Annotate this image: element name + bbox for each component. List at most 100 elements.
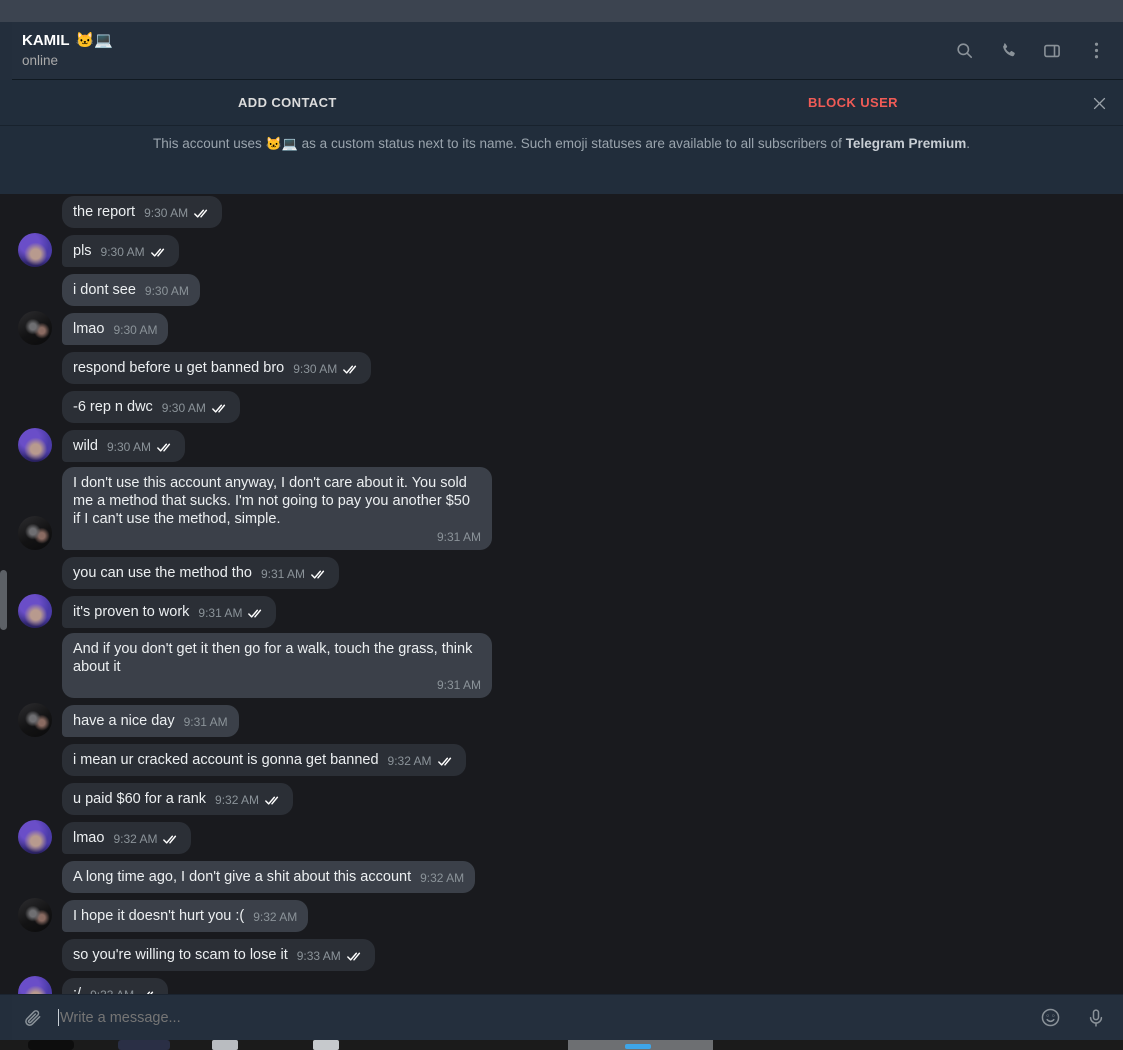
message-text: i dont see <box>73 282 136 298</box>
more-options-icon[interactable] <box>1083 38 1109 64</box>
avatar[interactable] <box>18 703 52 737</box>
message-bubble-outgoing[interactable]: lmao 9:32 AM <box>62 822 192 854</box>
message-bubble-incoming[interactable]: have a nice day 9:31 AM <box>62 705 239 737</box>
message-bubble-incoming[interactable]: I don't use this account anyway, I don't… <box>62 467 492 550</box>
taskbar-item[interactable] <box>28 1040 74 1050</box>
avatar[interactable] <box>18 898 52 932</box>
message-row: respond before u get banned bro 9:30 AM <box>0 350 1123 384</box>
taskbar-item[interactable] <box>313 1040 339 1050</box>
avatar-slot <box>18 976 52 994</box>
message-time: 9:30 AM <box>293 362 338 376</box>
note-emoji-icon: 🐱‍💻 <box>265 136 298 151</box>
message-meta: 9:32 AM <box>388 754 455 768</box>
message-bubble-incoming[interactable]: And if you don't get it then go for a wa… <box>62 633 492 698</box>
message-bubble-outgoing[interactable]: :/9:33 AM <box>62 978 169 994</box>
avatar[interactable] <box>18 976 52 994</box>
avatar[interactable] <box>18 428 52 462</box>
peer-name-row: KAMIL 🐱‍💻 <box>22 32 113 50</box>
composer-left-rail <box>0 994 12 1041</box>
header-left-rail <box>0 21 12 80</box>
sidebar-panel-icon[interactable] <box>1039 38 1065 64</box>
contact-banner: ADD CONTACT BLOCK USER This account uses… <box>0 80 1123 194</box>
message-text: wild <box>73 438 98 454</box>
search-icon[interactable] <box>951 38 977 64</box>
message-bubble-incoming[interactable]: I hope it doesn't hurt you :(9:32 AM <box>62 900 309 932</box>
message-bubble-outgoing[interactable]: it's proven to work 9:31 AM <box>62 596 277 628</box>
taskbar-item[interactable] <box>118 1040 170 1050</box>
taskbar-item-highlight <box>625 1044 651 1049</box>
read-ticks-icon <box>437 756 455 767</box>
message-text: pls <box>73 243 92 259</box>
microphone-icon[interactable] <box>1083 1005 1109 1031</box>
read-ticks-icon <box>157 442 174 453</box>
telegram-premium-link[interactable]: Telegram Premium <box>846 136 967 151</box>
message-time: 9:30 AM <box>161 401 206 415</box>
read-ticks-icon <box>150 247 168 258</box>
message-meta: 9:30 AM <box>113 323 157 337</box>
block-user-button[interactable]: BLOCK USER <box>808 95 898 110</box>
message-text: -6 rep n dwc <box>73 399 153 415</box>
avatar[interactable] <box>18 516 52 550</box>
message-row: :/9:33 AM <box>0 976 1123 994</box>
message-time: 9:31 AM <box>198 606 243 620</box>
message-bubble-outgoing[interactable]: so you're willing to scam to lose it 9:33… <box>62 939 375 971</box>
attach-file-icon[interactable] <box>18 1003 48 1033</box>
message-text: have a nice day <box>73 713 175 729</box>
message-row: you can use the method tho 9:31 AM <box>0 555 1123 589</box>
message-bubble-outgoing[interactable]: respond before u get banned bro 9:30 AM <box>62 352 372 384</box>
custom-status-emoji-icon[interactable]: 🐱‍💻 <box>76 33 113 48</box>
header-actions <box>951 38 1123 64</box>
message-row: I don't use this account anyway, I don't… <box>0 467 1123 550</box>
message-input-wrap[interactable] <box>48 1009 1037 1026</box>
avatar[interactable] <box>18 820 52 854</box>
read-ticks-icon <box>248 608 265 619</box>
message-meta: 9:32 AM <box>215 793 282 807</box>
message-meta: 9:33 AM <box>297 949 364 963</box>
avatar[interactable] <box>18 233 52 267</box>
window-top-strip <box>0 0 1123 22</box>
message-bubble-outgoing[interactable]: wild 9:30 AM <box>62 430 186 462</box>
phone-icon[interactable] <box>995 38 1021 64</box>
peer-name: KAMIL <box>22 31 70 49</box>
message-composer <box>0 994 1123 1041</box>
avatar[interactable] <box>18 594 52 628</box>
message-input[interactable] <box>60 1009 1037 1026</box>
avatar-slot <box>18 311 52 345</box>
banner-action-bar: ADD CONTACT BLOCK USER <box>0 80 1123 126</box>
avatar-slot <box>18 820 52 854</box>
message-meta: 9:31 AM <box>184 715 228 729</box>
message-time: 9:31 AM <box>260 567 305 581</box>
peer-status: online <box>22 52 59 68</box>
message-bubble-outgoing[interactable]: u paid $60 for a rank 9:32 AM <box>62 783 294 815</box>
avatar-slot <box>18 428 52 462</box>
emoji-icon[interactable] <box>1037 1005 1063 1031</box>
avatar-slot <box>18 555 52 589</box>
message-row: it's proven to work 9:31 AM <box>0 594 1123 628</box>
read-ticks-icon <box>311 569 328 580</box>
message-bubble-incoming[interactable]: lmao 9:30 AM <box>62 313 169 345</box>
message-bubble-incoming[interactable]: A long time ago, I don't give a shit abo… <box>62 861 476 893</box>
message-text: :/ <box>73 986 82 994</box>
message-bubble-incoming[interactable]: i dont see 9:30 AM <box>62 274 200 306</box>
message-text: A long time ago, I don't give a shit abo… <box>73 869 412 885</box>
avatar[interactable] <box>18 311 52 345</box>
message-time: 9:30 AM <box>144 206 189 220</box>
message-row: And if you don't get it then go for a wa… <box>0 633 1123 698</box>
peer-info[interactable]: KAMIL 🐱‍💻 online <box>22 32 113 70</box>
close-icon[interactable] <box>1087 91 1111 115</box>
custom-status-note: This account uses 🐱‍💻 as a custom status… <box>0 126 1123 153</box>
message-bubble-outgoing[interactable]: the report 9:30 AM <box>62 196 223 228</box>
taskbar-item[interactable] <box>212 1040 238 1050</box>
message-bubble-outgoing[interactable]: you can use the method tho 9:31 AM <box>62 557 339 589</box>
message-time: 9:30 AM <box>113 323 158 337</box>
message-meta: 9:30 AM <box>107 440 174 454</box>
message-bubble-outgoing[interactable]: -6 rep n dwc 9:30 AM <box>62 391 240 423</box>
message-bubble-outgoing[interactable]: i mean ur cracked account is gonna get b… <box>62 744 466 776</box>
message-row: I hope it doesn't hurt you :(9:32 AM <box>0 898 1123 932</box>
avatar-slot <box>18 898 52 932</box>
message-bubble-outgoing[interactable]: pls 9:30 AM <box>62 235 179 267</box>
add-contact-button[interactable]: ADD CONTACT <box>238 95 337 110</box>
avatar-slot <box>18 703 52 737</box>
message-time: 9:32 AM <box>253 910 298 924</box>
message-text: it's proven to work <box>73 604 190 620</box>
